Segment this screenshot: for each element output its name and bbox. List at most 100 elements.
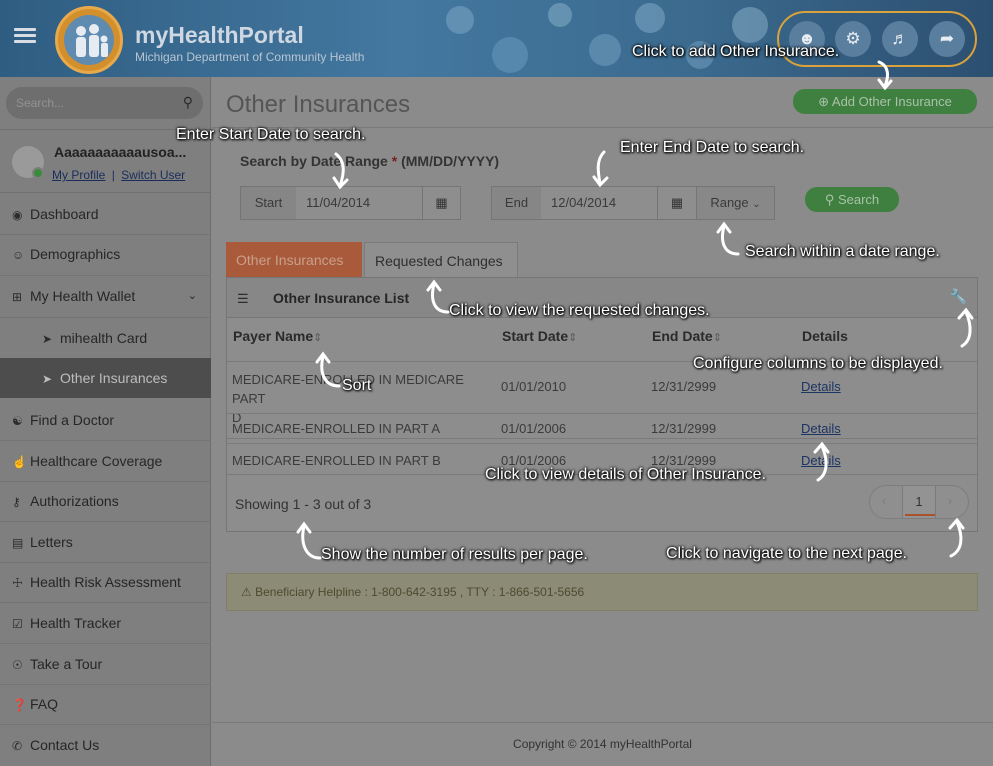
- prev-page-icon[interactable]: ‹: [882, 494, 886, 508]
- sidebar-item-label: Letters: [30, 534, 73, 550]
- sidebar-search[interactable]: Search... ⚲: [6, 87, 203, 119]
- avatar: [12, 146, 44, 179]
- sidebar-item-faq[interactable]: ❓ FAQ: [0, 684, 211, 724]
- tab-other-insurances[interactable]: Other Insurances: [226, 242, 362, 278]
- portal-logo: [55, 6, 123, 74]
- list-icon: ☰: [237, 291, 249, 306]
- results-count: Showing 1 - 3 out of 3: [235, 496, 372, 512]
- sidebar-item-label: FAQ: [30, 696, 59, 712]
- annotation-sort: Sort: [342, 377, 372, 394]
- sort-icon[interactable]: ⇕: [568, 332, 577, 344]
- details-link[interactable]: Details: [801, 379, 841, 394]
- gears-icon[interactable]: ⚙: [835, 21, 871, 57]
- calendar-icon[interactable]: ▦: [657, 187, 696, 219]
- medkit-icon: ☩: [12, 576, 23, 590]
- search-icon[interactable]: ⚲: [183, 94, 193, 111]
- plus-square-icon: ⊞: [12, 290, 23, 304]
- required-mark: *: [391, 153, 398, 169]
- annotation-next-page: Click to navigate to the next page.: [666, 545, 908, 562]
- calendar-icon[interactable]: ▦: [422, 187, 460, 219]
- helpline-banner: ⚠ Beneficiary Helpline : 1-800-642-3195 …: [226, 573, 978, 611]
- my-profile-link[interactable]: My Profile: [52, 168, 105, 182]
- annotation-configure: Configure columns to be displayed.: [693, 355, 943, 372]
- sidebar-item-label: My Health Wallet: [30, 288, 136, 304]
- search-input[interactable]: Search...: [16, 96, 64, 110]
- pagination: ‹ 1 ›: [869, 485, 969, 519]
- start-date-cell: 01/01/2010: [501, 379, 567, 394]
- annotation-arrow-icon: [315, 351, 341, 388]
- question-icon: ❓: [12, 698, 27, 712]
- annotation-details: Click to view details of Other Insurance…: [485, 466, 767, 483]
- annotation-arrow-icon: [813, 441, 830, 482]
- sort-icon[interactable]: ⇕: [713, 332, 722, 344]
- range-dropdown[interactable]: Range ⌄: [696, 186, 775, 220]
- user-md-icon: ☯: [12, 414, 23, 428]
- col-start-date[interactable]: Start Date⇕: [502, 328, 577, 344]
- switch-user-link[interactable]: Switch User: [121, 168, 185, 182]
- col-label: Details: [802, 328, 848, 344]
- end-date-cell: 12/31/2999: [651, 421, 717, 436]
- sidebar-item-health-wallet[interactable]: ⊞ My Health Wallet ⌄: [0, 276, 211, 316]
- sidebar-item-label: Dashboard: [30, 206, 99, 222]
- dashboard-icon: ◉: [12, 208, 23, 222]
- sidebar-item-label: mihealth Card: [60, 330, 148, 346]
- sidebar-item-dashboard[interactable]: ◉ Dashboard: [0, 194, 211, 234]
- col-end-date[interactable]: End Date⇕: [652, 328, 722, 344]
- sidebar-item-health-tracker[interactable]: ☑ Health Tracker: [0, 603, 211, 643]
- sidebar-item-hra[interactable]: ☩ Health Risk Assessment: [0, 562, 211, 602]
- circle-arrow-icon: ➤: [42, 372, 53, 386]
- bell-icon[interactable]: ♬: [882, 21, 918, 57]
- details-link[interactable]: Details: [801, 421, 841, 436]
- app-header: myHealthPortal Michigan Department of Co…: [0, 0, 993, 77]
- wrench-icon[interactable]: 🔧: [950, 288, 967, 305]
- annotation-per-page: Show the number of results per page.: [321, 546, 588, 563]
- tab-requested-changes[interactable]: Requested Changes: [364, 242, 518, 278]
- footer: Copyright © 2014 myHealthPortal: [513, 737, 692, 751]
- annotation-arrow-icon: [296, 521, 322, 560]
- sidebar-item-label: Contact Us: [30, 737, 100, 753]
- col-details: Details: [802, 328, 848, 344]
- search-button[interactable]: ⚲ Search: [805, 187, 899, 212]
- users-icon: ☺: [12, 248, 25, 262]
- annotation-arrow-icon: [948, 517, 965, 558]
- panel-title: Other Insurance List: [273, 290, 410, 306]
- sidebar-item-find-doctor[interactable]: ☯ Find a Doctor: [0, 400, 211, 440]
- page-1-button[interactable]: 1: [902, 486, 936, 518]
- circle-arrow-icon: ➤: [42, 332, 53, 346]
- sidebar: Search... ⚲ Aaaaaaaaaaausoa... My Profil…: [0, 77, 211, 766]
- sidebar-item-label: Find a Doctor: [30, 412, 115, 428]
- add-other-insurance-button[interactable]: ⊕ Add Other Insurance: [793, 89, 977, 114]
- annotation-arrow-icon: [592, 150, 609, 188]
- sidebar-item-other-insurances[interactable]: ➤ Other Insurances: [0, 358, 211, 398]
- annotation-arrow-icon: [877, 60, 893, 91]
- sidebar-item-authorizations[interactable]: ⚷ Authorizations: [0, 481, 211, 521]
- sidebar-item-label: Healthcare Coverage: [30, 453, 163, 469]
- annotation-start-date: Enter Start Date to search.: [176, 126, 366, 143]
- chevron-down-icon: ⌄: [752, 199, 761, 210]
- compass-icon: ☉: [12, 658, 23, 672]
- sidebar-item-contact[interactable]: ✆ Contact Us: [0, 725, 211, 765]
- chevron-down-icon: ⌄: [187, 290, 197, 302]
- sidebar-item-label: Take a Tour: [30, 656, 103, 672]
- col-payer-name[interactable]: Payer Name⇕: [233, 328, 322, 344]
- annotation-arrow-icon: [957, 307, 974, 348]
- sort-icon[interactable]: ⇕: [313, 332, 322, 344]
- sidebar-item-demographics[interactable]: ☺ Demographics: [0, 234, 211, 274]
- next-page-icon[interactable]: ›: [948, 494, 952, 508]
- sidebar-item-coverage[interactable]: ☝ Healthcare Coverage: [0, 441, 211, 481]
- annotation-range: Search within a date range.: [745, 243, 940, 260]
- start-date-input[interactable]: 11/04/2014: [296, 187, 422, 219]
- date-format-hint: (MM/DD/YYYY): [401, 153, 500, 169]
- sidebar-item-tour[interactable]: ☉ Take a Tour: [0, 644, 211, 684]
- sign-out-icon[interactable]: ➦: [929, 21, 965, 57]
- start-date-cell: 01/01/2006: [501, 421, 567, 436]
- sidebar-item-mihealth-card[interactable]: ➤ mihealth Card: [0, 318, 211, 358]
- end-date-input[interactable]: 12/04/2014: [541, 187, 657, 219]
- col-label: End Date: [652, 328, 713, 344]
- sidebar-item-label: Demographics: [30, 246, 121, 262]
- sidebar-item-letters[interactable]: ▤ Letters: [0, 522, 211, 562]
- add-button-label: Add Other Insurance: [831, 94, 952, 109]
- end-date-group: End 12/04/2014 ▦: [491, 186, 697, 220]
- menu-toggle-icon[interactable]: [14, 28, 36, 44]
- annotation-arrow-icon: [332, 152, 349, 190]
